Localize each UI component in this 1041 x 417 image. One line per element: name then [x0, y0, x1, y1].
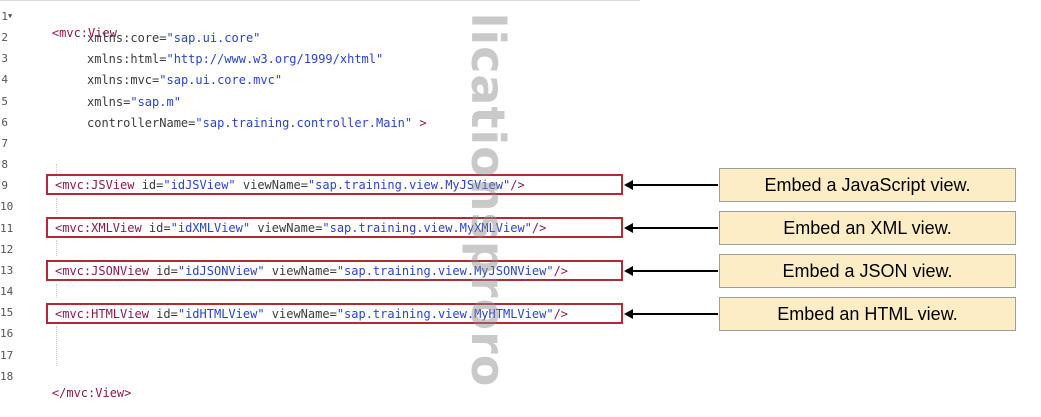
self-close-bracket: />	[531, 221, 547, 235]
xml-attribute: xmlns:mvc	[87, 73, 153, 87]
tag-close-bracket: >	[412, 116, 427, 130]
callout-xmlview: Embed an XML view.	[719, 211, 1016, 245]
code-line[interactable]: xmlns:mvc="sap.ui.core.mvc"	[87, 72, 282, 88]
xml-attribute: viewName	[264, 264, 330, 278]
xml-attribute-value: "sap.ui.core"	[166, 31, 261, 45]
code-line[interactable]: controllerName="sap.training.controller.…	[87, 115, 427, 131]
arrow-htmlview	[632, 313, 718, 315]
xml-tag-name: <mvc:XMLView	[55, 221, 142, 235]
xml-attribute: controllerName	[87, 116, 189, 130]
self-close-bracket: />	[553, 307, 569, 321]
xml-attribute-value: "sap.m"	[130, 95, 181, 109]
line-number: 7	[1, 137, 8, 150]
xml-attribute-value: "idJSView"	[163, 178, 236, 192]
xml-attribute-value: "sap.ui.core.mvc"	[159, 73, 283, 87]
xml-tag-name: <mvc:HTMLView	[55, 307, 149, 321]
line-number: 13	[0, 264, 14, 277]
self-close-bracket: />	[553, 264, 569, 278]
xml-attribute: xmlns:core	[87, 31, 160, 45]
xml-close-tag: </mvc:View>	[51, 386, 132, 400]
equals-sign: =	[163, 221, 171, 235]
xml-attribute: id	[134, 178, 157, 192]
indent-guide	[56, 284, 58, 298]
xml-attribute: viewName	[235, 178, 301, 192]
indent-guide	[56, 240, 58, 256]
callout-htmlview: Embed an HTML view.	[719, 297, 1016, 331]
editor-top-border	[0, 0, 640, 1]
line-number: 4	[1, 73, 8, 86]
xml-attribute: viewName	[264, 307, 330, 321]
xml-attribute-value: "idHTMLView"	[177, 307, 265, 321]
xml-attribute: id	[148, 264, 171, 278]
indent-guide	[56, 198, 58, 214]
arrow-jsonview	[632, 270, 718, 272]
line-number: 1	[1, 10, 8, 23]
equals-sign: =	[170, 307, 178, 321]
line-number: 14	[0, 285, 14, 298]
xml-attribute: xmlns:html	[87, 52, 160, 66]
xml-attribute: viewName	[250, 221, 316, 235]
arrow-jsview	[632, 184, 718, 186]
line-number: 2	[1, 31, 8, 44]
line-number: 12	[0, 243, 14, 256]
line-number: 5	[1, 95, 8, 108]
xml-tag-name: <mvc:JSView	[55, 178, 135, 192]
line-number: 6	[1, 116, 8, 129]
line-number: 18	[0, 370, 14, 383]
line-number: 16	[0, 327, 14, 340]
xml-attribute: id	[141, 221, 164, 235]
line-number-gutter: 1 ▼ 2 3 4 5 6 7 8 9 10 11 12 13 14 15 16…	[0, 0, 16, 403]
code-line[interactable]: xmlns="sap.m"	[87, 94, 181, 110]
equals-sign: =	[300, 178, 308, 192]
code-line[interactable]: xmlns:html="http://www.w3.org/1999/xhtml…	[87, 51, 383, 67]
line-number: 17	[0, 349, 14, 362]
equals-sign: =	[329, 307, 337, 321]
code-line[interactable]: xmlns:core="sap.ui.core"	[87, 30, 260, 46]
line-number: 8	[1, 158, 8, 171]
xml-attribute-value: "sap.training.view.MyHTMLView"	[336, 307, 554, 321]
callout-jsonview: Embed a JSON view.	[719, 254, 1016, 288]
arrow-head-icon	[624, 180, 633, 190]
equals-sign: =	[329, 264, 337, 278]
line-number: 3	[1, 52, 8, 65]
equals-sign: =	[170, 264, 178, 278]
xml-tag-name: <mvc:JSONView	[55, 264, 149, 278]
code-line[interactable]: </mvc:View>	[23, 369, 131, 417]
arrow-head-icon	[624, 309, 633, 319]
xml-attribute-value: "idXMLView"	[170, 221, 251, 235]
xml-attribute-value: "sap.training.controller.Main"	[195, 116, 413, 130]
xml-attribute-value: "http://www.w3.org/1999/xhtml"	[166, 52, 384, 66]
code-editor[interactable]: 1 ▼ 2 3 4 5 6 7 8 9 10 11 12 13 14 15 16…	[0, 0, 640, 403]
line-number: 10	[0, 200, 14, 213]
callout-jsview: Embed a JavaScript view.	[719, 168, 1016, 202]
arrow-head-icon	[624, 266, 633, 276]
xml-attribute-value: "sap.training.view.MyJSONView"	[336, 264, 554, 278]
fold-toggle-icon[interactable]: ▼	[8, 11, 12, 21]
indent-guide	[56, 326, 58, 366]
watermark: licationsproro	[461, 12, 515, 388]
xml-attribute-value: "idJSONView"	[177, 264, 265, 278]
line-number: 9	[1, 179, 8, 192]
arrow-head-icon	[624, 223, 633, 233]
arrow-xmlview	[632, 227, 718, 229]
line-number: 15	[0, 306, 14, 319]
xml-attribute: xmlns	[87, 95, 124, 109]
code-line-jsview[interactable]: <mvc:JSView id="idJSView" viewName="sap.…	[55, 177, 525, 193]
line-number: 11	[0, 222, 14, 235]
xml-attribute: id	[148, 307, 171, 321]
